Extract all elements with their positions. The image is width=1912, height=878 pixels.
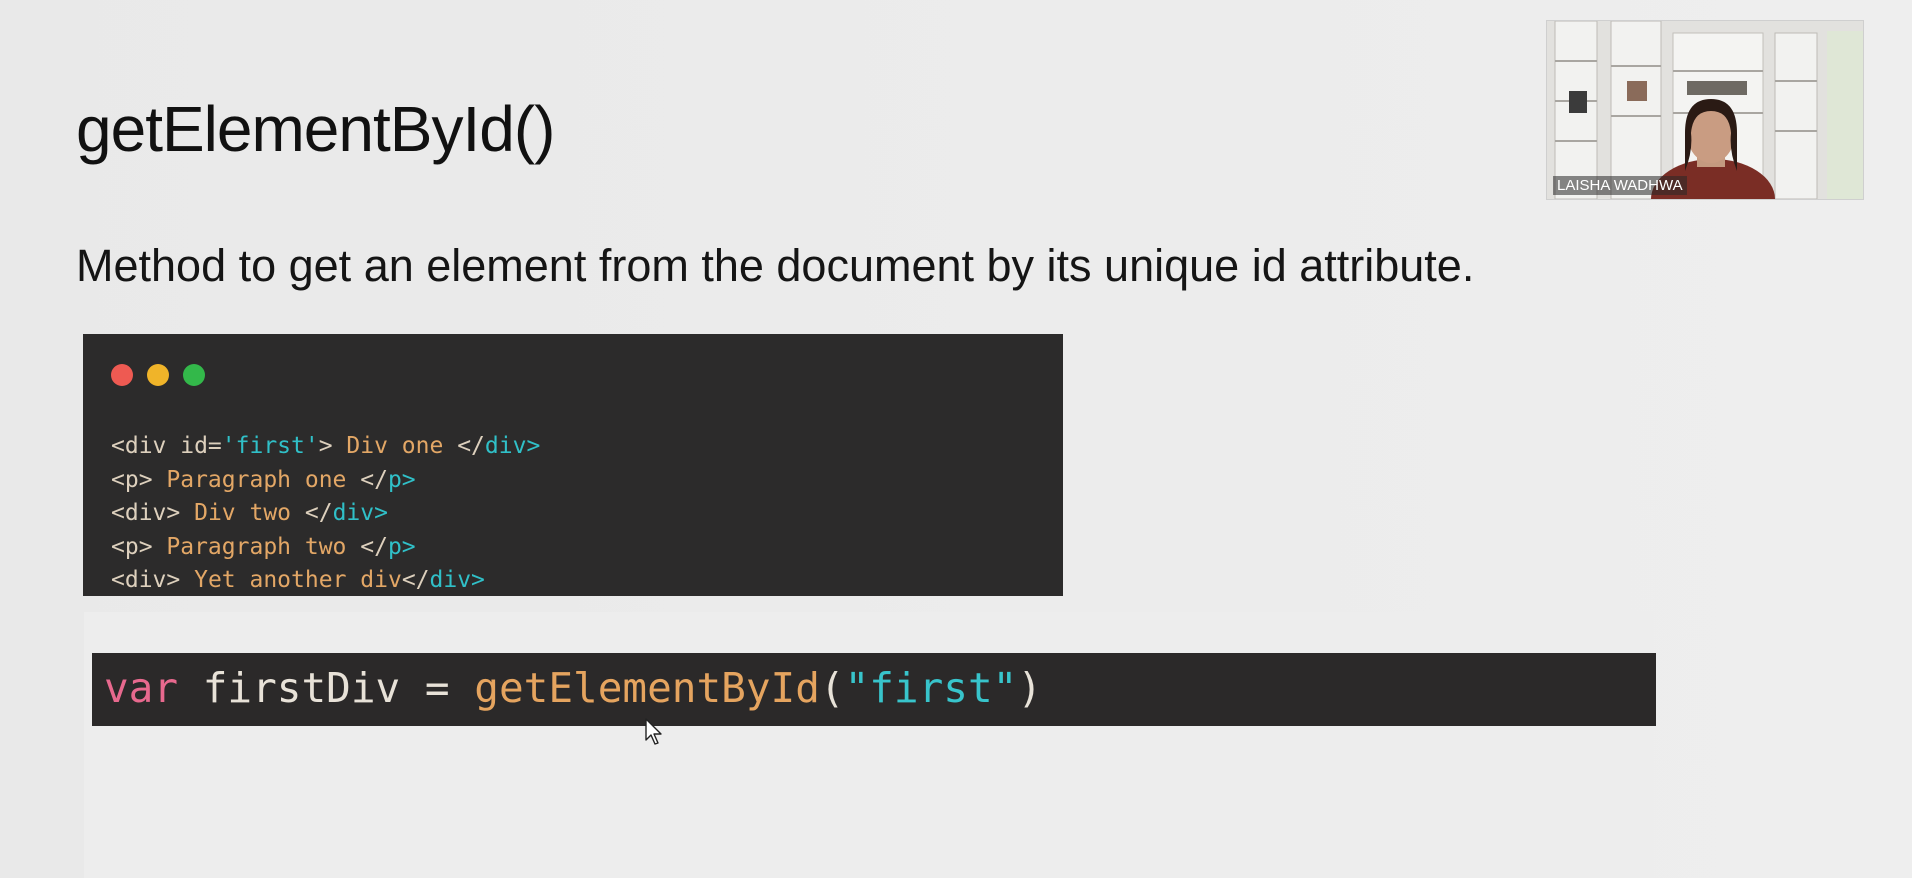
video-feed-image [1547, 21, 1863, 199]
code-token: div> [332, 500, 388, 526]
code-operator: = [424, 664, 450, 712]
code-token: <p> [111, 533, 167, 560]
code-line: <p> Paragraph one </p> [111, 464, 540, 498]
code-open-paren: ( [819, 664, 845, 712]
background-panel [84, 612, 1654, 878]
code-line: <div> Div two </div> [111, 497, 540, 531]
code-line: <div> Yet another div</div> [111, 564, 540, 598]
code-token: </ [346, 466, 388, 493]
code-token: Yet another div [194, 567, 402, 593]
code-line: <p> Paragraph two </p> [111, 531, 540, 565]
code-function: getElementById [474, 664, 820, 712]
code-token: Paragraph one [166, 466, 347, 493]
code-window: <div id='first'> Div one </div> <p> Parag… [83, 334, 1063, 596]
code-token: > [318, 433, 347, 459]
code-variable: firstDiv [202, 664, 401, 712]
participant-video-thumbnail[interactable]: LAISHA WADHWA [1546, 20, 1864, 200]
code-token: div> [484, 433, 541, 459]
code-token: 'first' [221, 433, 319, 459]
code-argument: "first" [844, 664, 1018, 712]
maximize-dot-icon [183, 364, 205, 386]
minimize-dot-icon [147, 364, 169, 386]
js-code-line: var firstDiv = getElementById("first") [104, 664, 1042, 712]
code-token: <div id= [111, 433, 222, 459]
code-token: <div> [111, 567, 195, 593]
mouse-pointer-icon [645, 718, 662, 745]
code-token: Paragraph two [166, 533, 347, 560]
code-token: <p> [111, 466, 167, 493]
code-token: </ [291, 500, 333, 526]
code-line: <div id='first'> Div one </div> [111, 430, 540, 464]
slide-title: getElementById() [76, 93, 555, 165]
code-close-paren: ) [1017, 664, 1043, 712]
code-token: </ [346, 533, 388, 560]
code-token: div> [429, 567, 485, 593]
close-dot-icon [111, 364, 133, 386]
code-token: Div two [194, 500, 292, 526]
html-code-block: <div id='first'> Div one </div> <p> Parag… [111, 430, 540, 598]
code-token: </ [401, 567, 430, 593]
code-token: </ [443, 433, 485, 459]
code-token: p> [387, 466, 416, 493]
code-token: Div one [346, 433, 444, 459]
code-keyword: var [104, 664, 179, 712]
code-token: p> [387, 533, 416, 560]
window-controls [111, 364, 205, 386]
js-code-bar: var firstDiv = getElementById("first") [92, 653, 1656, 726]
code-token: <div> [111, 500, 195, 526]
participant-name-label: LAISHA WADHWA [1553, 176, 1687, 195]
slide-subtitle: Method to get an element from the docume… [76, 240, 1475, 291]
presentation-slide: getElementById() Method to get an elemen… [0, 0, 1912, 878]
